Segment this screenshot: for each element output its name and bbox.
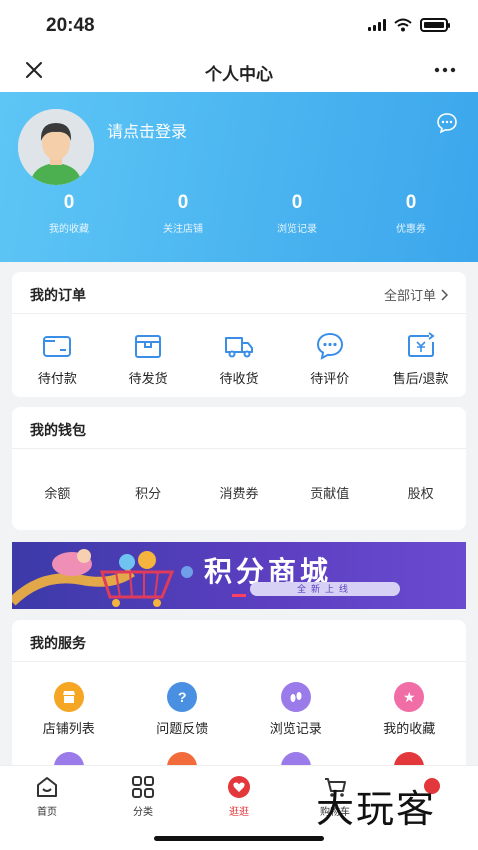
comment-icon: [316, 332, 343, 360]
stat-label: 我的收藏: [49, 224, 89, 235]
wallet-header: 我的钱包: [12, 407, 466, 449]
service-label: 我的收藏: [383, 721, 436, 736]
stat-history[interactable]: 0 浏览记录: [240, 192, 354, 235]
page-title: 个人中心: [205, 65, 273, 84]
wallet-icon: [43, 336, 72, 357]
tab-category[interactable]: 分类: [113, 774, 173, 820]
tab-label: 首页: [37, 807, 57, 818]
browse-icon: [228, 776, 250, 798]
question-icon: ?: [167, 682, 198, 712]
battery-icon: [420, 18, 450, 32]
services-title: 我的服务: [30, 635, 86, 651]
status-bar: 20:48: [0, 0, 478, 50]
services-header: 我的服务: [12, 620, 466, 662]
star-icon: ★: [394, 682, 425, 712]
stat-value: 0: [177, 192, 189, 213]
profile-header: 请点击登录 0 我的收藏 0 关注店铺 0 浏览记录 0 优惠券: [0, 92, 478, 262]
order-after-sales[interactable]: 售后/退款: [376, 330, 466, 388]
order-pending-payment[interactable]: 待付款: [12, 330, 102, 388]
profile-stats: 0 我的收藏 0 关注店铺 0 浏览记录 0 优惠券: [0, 192, 478, 235]
tab-home[interactable]: 首页: [17, 774, 77, 820]
service-store-list[interactable]: 店铺列表: [19, 682, 119, 738]
status-icons: [368, 18, 450, 32]
home-indicator: [154, 836, 324, 841]
wallet-points[interactable]: 积分: [103, 483, 193, 502]
orders-header: 我的订单 全部订单: [12, 272, 466, 314]
service-feedback[interactable]: ? 问题反馈: [132, 682, 232, 738]
wallet-row: 余额 积分 消费券 贡献值 股权: [12, 449, 466, 502]
box-icon: [135, 335, 162, 358]
stat-favorites[interactable]: 0 我的收藏: [12, 192, 126, 235]
wallet-card: 我的钱包 余额 积分 消费券 贡献值 股权: [12, 407, 466, 530]
login-link[interactable]: 请点击登录: [107, 118, 187, 142]
banner-decoration: [232, 594, 246, 597]
order-pending-receipt[interactable]: 待收货: [194, 330, 284, 388]
service-favorites[interactable]: ★ 我的收藏: [359, 682, 459, 738]
service-label: 店铺列表: [42, 721, 95, 736]
shopping-illustration: [12, 549, 193, 607]
stat-followed-stores[interactable]: 0 关注店铺: [126, 192, 240, 235]
nav-bar: 个人中心: [0, 50, 478, 92]
wallet-equity[interactable]: 股权: [376, 483, 466, 502]
wallet-title: 我的钱包: [30, 422, 86, 438]
service-label: 问题反馈: [156, 721, 209, 736]
stat-label: 关注店铺: [163, 224, 203, 235]
order-item-label: 待评价: [310, 371, 350, 386]
stat-label: 浏览记录: [277, 224, 317, 235]
chevron-right-icon: [441, 288, 448, 301]
tab-label: 分类: [133, 807, 153, 818]
services-row: 店铺列表 ? 问题反馈 浏览记录 ★ 我的收藏: [12, 662, 466, 738]
refund-icon: [407, 332, 435, 357]
service-label: 浏览记录: [269, 721, 322, 736]
order-item-label: 售后/退款: [392, 371, 449, 386]
orders-title: 我的订单: [30, 287, 86, 303]
wallet-balance[interactable]: 余额: [12, 483, 102, 502]
all-orders-label: 全部订单: [383, 288, 436, 303]
order-item-label: 待收货: [219, 371, 259, 386]
message-icon[interactable]: [436, 112, 458, 134]
signal-icon: [368, 19, 386, 31]
stat-value: 0: [405, 192, 417, 213]
tab-label: 逛逛: [229, 807, 249, 818]
status-time: 20:48: [46, 15, 95, 36]
watermark: 大玩客: [316, 787, 437, 831]
stat-label: 优惠券: [396, 224, 426, 235]
services-card: 我的服务 店铺列表 ? 问题反馈 浏览记录 ★ 我的收藏: [12, 620, 466, 782]
wallet-contribution[interactable]: 贡献值: [285, 483, 375, 502]
banner-subtitle: 全新上线: [250, 582, 400, 596]
points-mall-banner[interactable]: 积分商城 全新上线: [12, 542, 466, 609]
wifi-icon: [394, 18, 412, 32]
orders-card: 我的订单 全部订单 待付款 待发货 待收货 待评价 售后/退款: [12, 272, 466, 397]
all-orders-link[interactable]: 全部订单: [384, 285, 448, 304]
order-item-label: 待发货: [128, 371, 168, 386]
stat-value: 0: [63, 192, 75, 213]
order-status-row: 待付款 待发货 待收货 待评价 售后/退款: [12, 314, 466, 388]
avatar-image: [18, 109, 94, 185]
stat-value: 0: [291, 192, 303, 213]
grid-icon: [132, 776, 154, 798]
store-icon: [53, 682, 84, 712]
tab-browse[interactable]: 逛逛: [209, 774, 269, 820]
order-pending-shipment[interactable]: 待发货: [103, 330, 193, 388]
service-history[interactable]: 浏览记录: [246, 682, 346, 738]
stat-coupons[interactable]: 0 优惠券: [354, 192, 468, 235]
more-icon[interactable]: [432, 58, 458, 82]
order-pending-review[interactable]: 待评价: [285, 330, 375, 388]
home-icon: [37, 777, 57, 797]
truck-icon: [224, 337, 253, 358]
footprint-icon: [280, 682, 311, 712]
wallet-vouchers[interactable]: 消费券: [194, 483, 284, 502]
order-item-label: 待付款: [37, 371, 77, 386]
avatar[interactable]: [18, 109, 94, 185]
